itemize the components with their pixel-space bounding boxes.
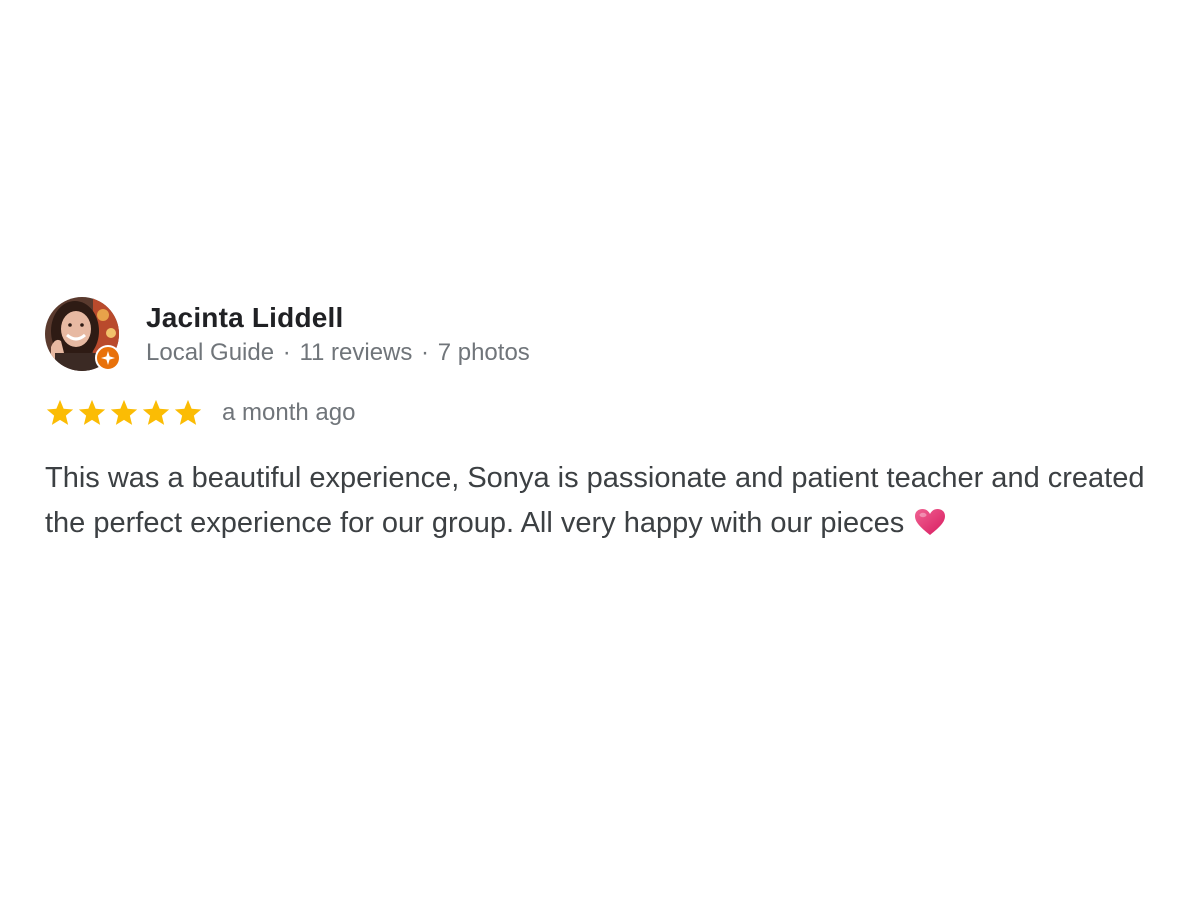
local-guide-label: Local Guide (146, 339, 275, 366)
meta-separator: · (282, 339, 291, 366)
review-body: This was a beautiful experience, Sonya i… (45, 462, 1145, 539)
review-card: Jacinta Liddell Local Guide · 11 reviews… (45, 297, 1165, 546)
review-header: Jacinta Liddell Local Guide · 11 reviews… (45, 297, 1165, 371)
review-text: This was a beautiful experience, Sonya i… (45, 456, 1160, 546)
meta-separator: · (421, 339, 430, 366)
reviewer-avatar[interactable] (45, 297, 121, 371)
star-icon (174, 399, 202, 425)
star-icon (78, 399, 106, 425)
local-guide-badge (95, 345, 121, 371)
star-icon (142, 399, 170, 425)
reviewer-identity: Jacinta Liddell Local Guide · 11 reviews… (146, 297, 530, 368)
star-rating (45, 398, 205, 428)
star-icon (46, 399, 74, 425)
heart-icon (915, 509, 946, 535)
local-guide-star-icon (101, 351, 115, 365)
photo-count: 7 photos (437, 339, 530, 366)
star-icon (110, 399, 138, 425)
reviewer-name[interactable]: Jacinta Liddell (146, 301, 530, 335)
rating-row: a month ago (45, 398, 1165, 428)
reviewer-meta: Local Guide · 11 reviews · 7 photos (146, 338, 530, 368)
review-date: a month ago (222, 399, 356, 426)
review-count: 11 reviews (299, 339, 413, 366)
